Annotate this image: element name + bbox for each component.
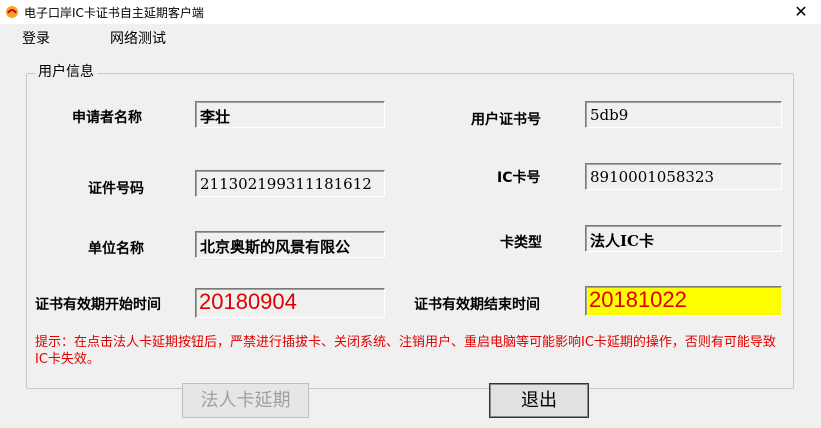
valid-end-label: 证书有效期结束时间 [414, 297, 540, 313]
valid-start-value: 20180904 [199, 289, 297, 314]
warning-hint: 提示：在点击法人卡延期按钮后，严禁进行插拔卡、关闭系统、注销用户、重启电脑等可能… [35, 335, 776, 367]
valid-start-label: 证书有效期开始时间 [35, 297, 161, 313]
ic-card-label: IC卡号 [497, 170, 541, 186]
cert-number-field[interactable]: 5db9 [585, 101, 782, 128]
card-type-field[interactable]: 法人IC卡 [585, 225, 782, 252]
valid-start-field[interactable]: 20180904 [195, 288, 385, 318]
valid-end-value: 20181022 [589, 287, 687, 312]
close-icon: ✕ [794, 2, 808, 21]
applicant-name-label: 申请者名称 [72, 110, 142, 126]
ic-card-field[interactable]: 8910001058323 [585, 163, 782, 190]
extend-card-button[interactable]: 法人卡延期 [182, 383, 309, 418]
id-number-field[interactable]: 21130219931118161​2 [195, 170, 385, 197]
close-button[interactable]: ✕ [781, 0, 821, 24]
group-title: 用户信息 [35, 61, 97, 81]
menu-item-login[interactable]: 登录 [22, 28, 50, 48]
org-name-label: 单位名称 [88, 241, 144, 257]
app-icon [6, 6, 18, 18]
window-title: 电子口岸IC卡证书自主延期客户端 [24, 6, 204, 20]
org-name-value: 北京奥斯的风景有限公 [200, 238, 351, 256]
exit-button[interactable]: 退出 [489, 383, 589, 418]
card-type-label: 卡类型 [500, 235, 542, 251]
menu-bar: 登录 网络测试 [0, 24, 821, 48]
cert-number-value: 5db9 [590, 106, 629, 124]
applicant-name-field[interactable]: 李壮 [195, 101, 385, 128]
id-number-value: 21130219931118161​2 [200, 175, 372, 193]
applicant-name-value: 李壮 [200, 108, 231, 126]
ic-card-value: 8910001058323 [590, 168, 715, 186]
cert-number-label: 用户证书号 [471, 112, 541, 128]
org-name-field[interactable]: 北京奥斯的风景有限公 [195, 231, 385, 258]
id-number-label: 证件号码 [88, 181, 144, 197]
title-bar: 电子口岸IC卡证书自主延期客户端 ✕ [0, 0, 821, 24]
valid-end-field[interactable]: 20181022 [585, 286, 782, 316]
card-type-value: 法人IC卡 [590, 232, 654, 250]
menu-item-network-test[interactable]: 网络测试 [110, 28, 166, 48]
